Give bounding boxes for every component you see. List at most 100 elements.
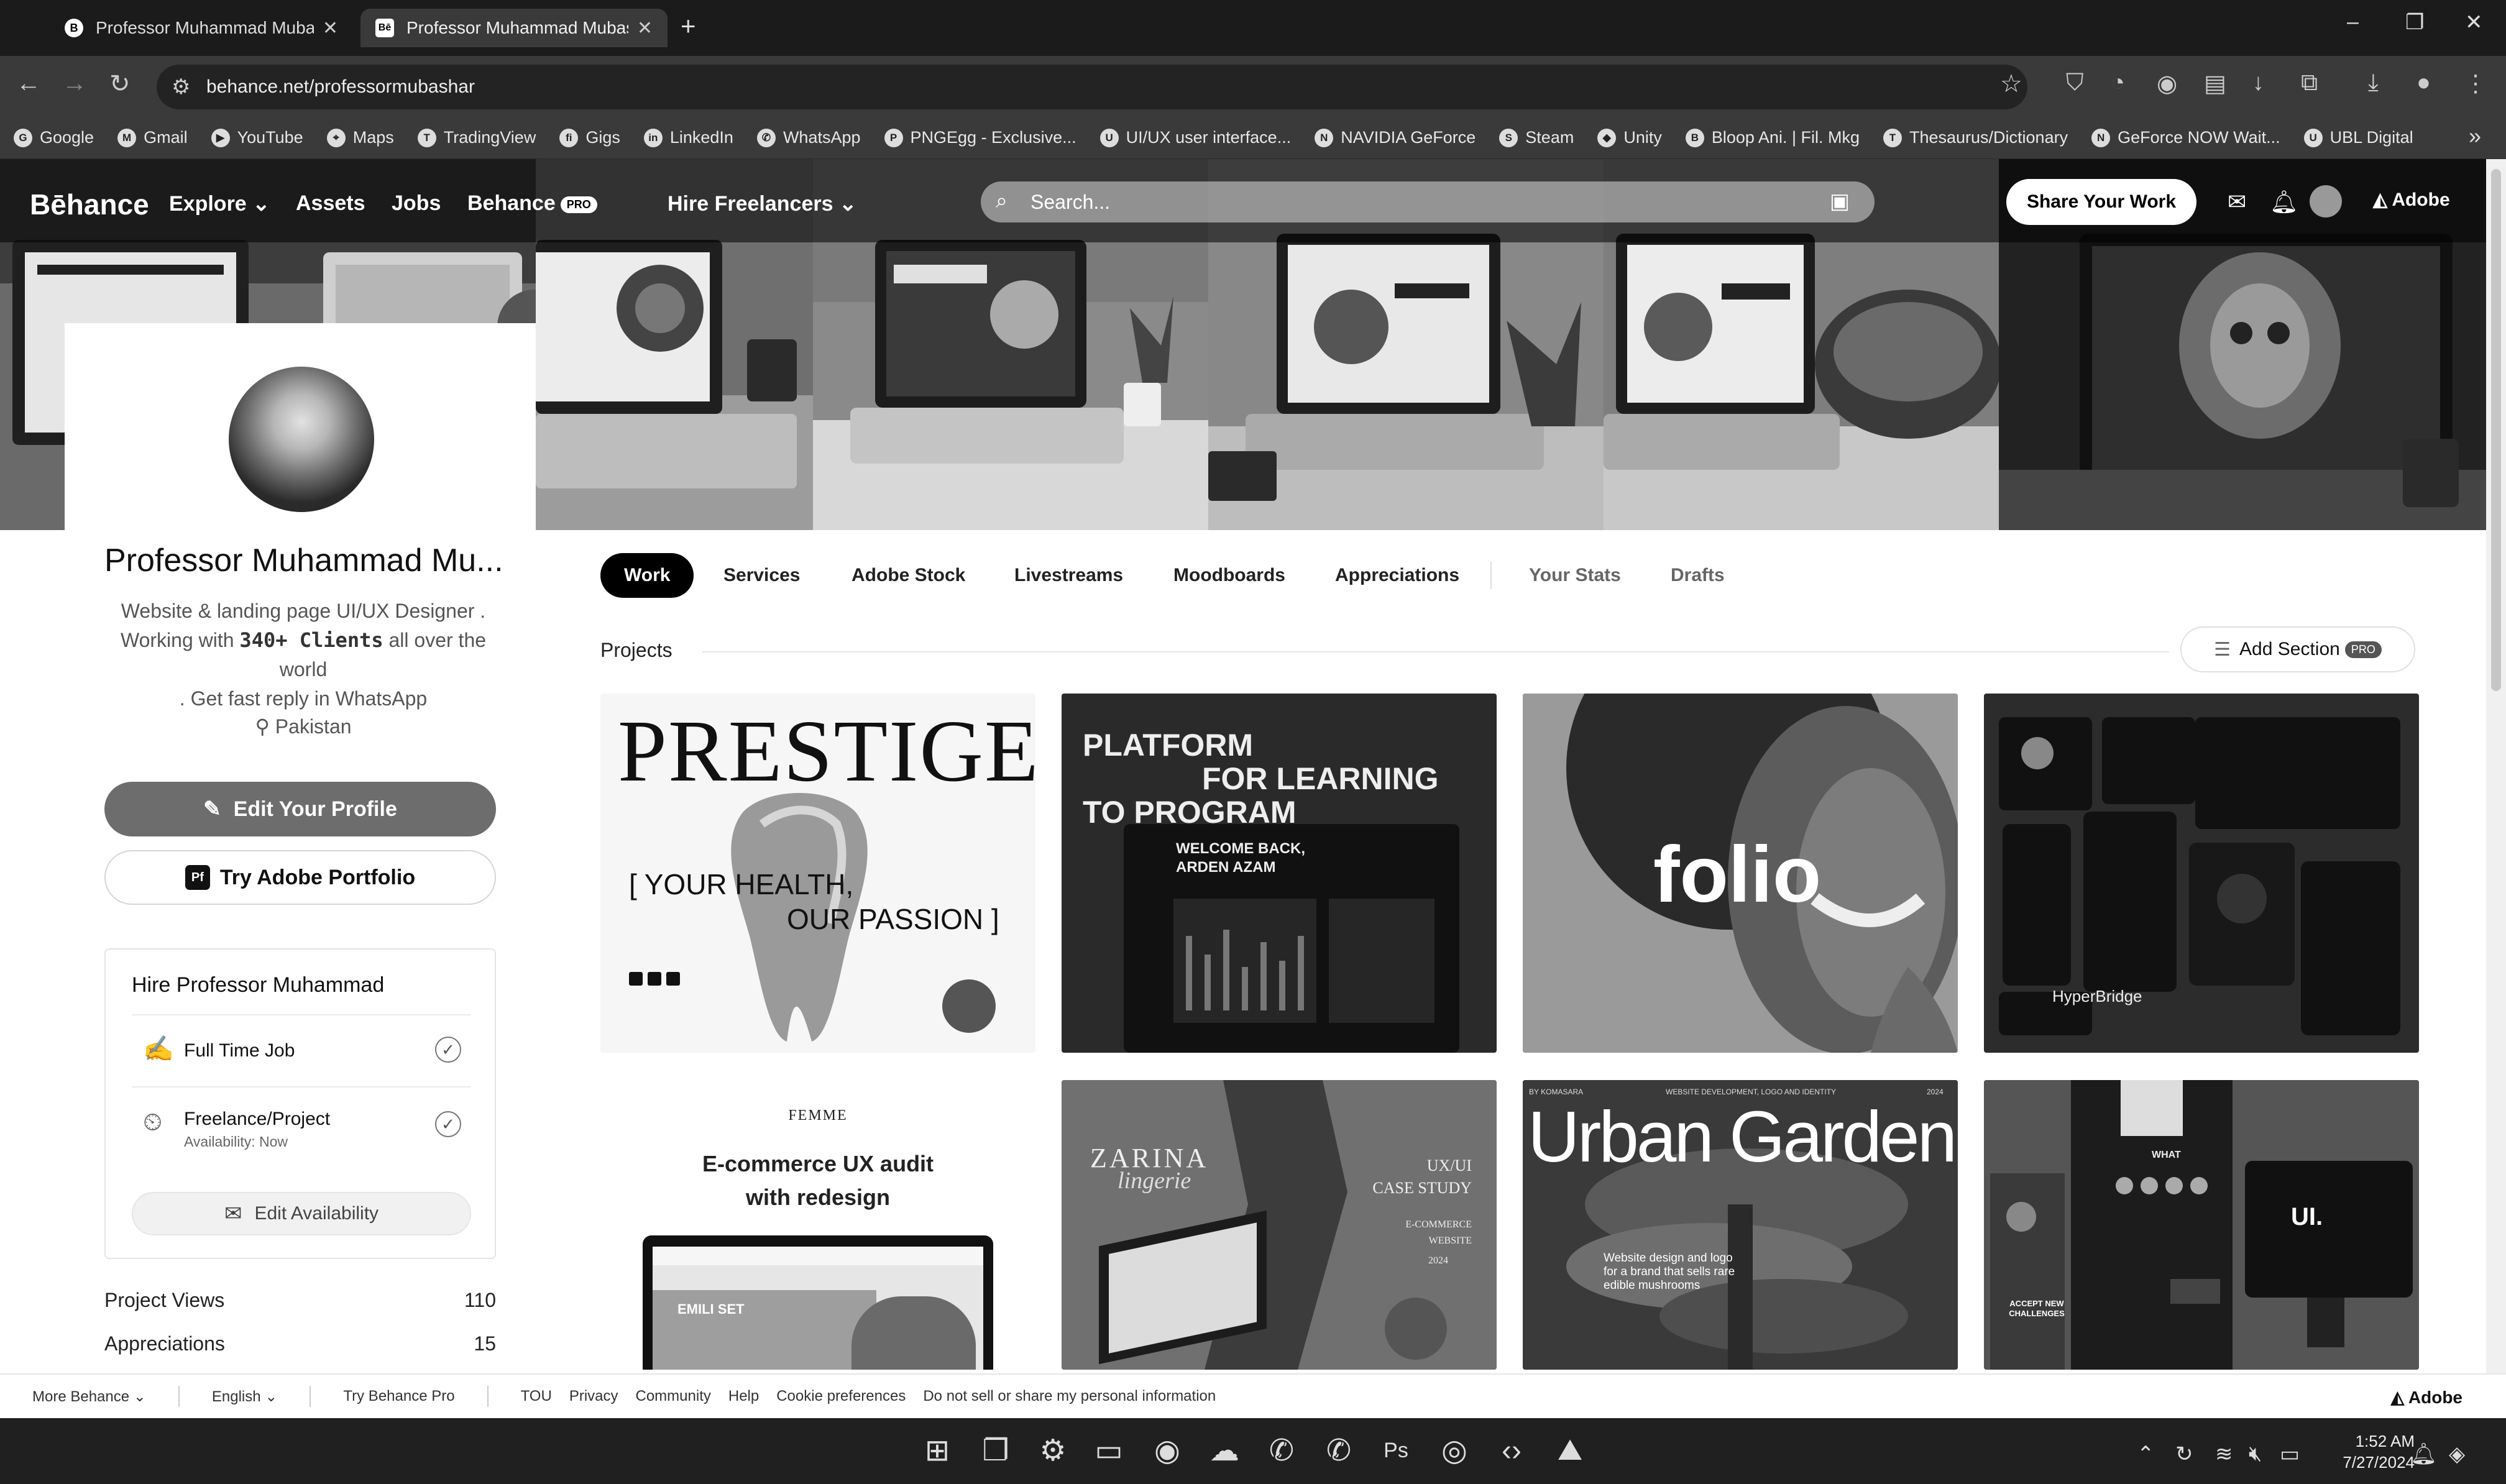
messages-envelope-icon[interactable]: ✉ [2228,189,2246,215]
extensions-puzzle-icon[interactable]: ⧉ [2301,70,2318,96]
bookmark-steam[interactable]: S Steam [1499,128,1574,147]
bookmark-maps[interactable]: ⌖ Maps [326,128,394,147]
edit-profile-button[interactable]: ✎ Edit Your Profile [104,782,496,836]
scrollbar-thumb[interactable] [2491,169,2501,691]
settings-gear-icon[interactable]: ⚙ [1033,1431,1073,1470]
back-arrow-icon[interactable]: ← [16,70,41,98]
bookmark-geforce[interactable]: N NAVIDIA GeForce [1315,128,1476,147]
copilot-icon[interactable]: ◈ [2449,1442,2465,1467]
close-window-icon[interactable]: ✕ [2465,10,2483,35]
show-hidden-icons-chevron-icon[interactable]: ⌃ [2137,1442,2155,1467]
project-card-urban-garden[interactable]: BY KOMASARA WEBSITE DEVELOPMENT, LOGO AN… [1523,1080,1958,1370]
share-your-work-button[interactable]: Share Your Work [2006,179,2196,225]
footer-do-not-sell[interactable]: Do not sell or share my personal informa… [923,1388,1216,1405]
bookmark-star-icon[interactable]: ☆ [2000,70,2022,98]
bookmark-pngegg[interactable]: P PNGEgg - Exclusive... [884,128,1076,147]
battery-icon[interactable]: ▭ [2280,1442,2300,1467]
profile-avatar-icon[interactable]: ● [2416,70,2431,96]
bookmark-gmail[interactable]: M Gmail [117,128,188,147]
wechat-icon[interactable]: ☁ [1205,1431,1244,1470]
notification-bell-icon[interactable]: 🔔︎ [2410,1442,2437,1467]
reload-icon[interactable]: ↻ [109,70,131,98]
tab-your-stats[interactable]: Your Stats [1529,553,1621,598]
bookmark-whatsapp[interactable]: ✆ WhatsApp [756,128,861,147]
footer-help[interactable]: Help [728,1388,759,1405]
bookmark-geforce-now[interactable]: N GeForce NOW Wait... [2091,128,2280,147]
full-time-job-row[interactable]: ✍ Full Time Job ✓ [132,1014,471,1086]
bookmark-uiux[interactable]: U UI/UX user interface... [1099,128,1291,147]
bookmark-bloop[interactable]: B Bloop Ani. | Fil. Mkg [1685,128,1860,147]
nav-behance-pro[interactable]: Behance PRO [467,191,597,216]
app-icon[interactable]: ⛰ [1550,1431,1590,1470]
extension-icon[interactable]: ◔ [2111,70,2125,96]
code-editor-icon[interactable]: ‹› [1492,1431,1531,1470]
project-card-zarina[interactable]: ZARINA lingerie UX/UI CASE STUDY E-COMME… [1062,1080,1497,1370]
user-avatar[interactable] [2310,185,2342,218]
whatsapp-icon[interactable]: ✆ [1319,1431,1359,1470]
bookmark-unity[interactable]: ◆ Unity [1597,128,1662,147]
tab-livestreams[interactable]: Livestreams [1014,553,1123,598]
project-card-ui-portfolio[interactable]: WHAT UI. ACCEPT NEW CHALLENGES [1984,1080,2419,1370]
project-card-femme[interactable]: FEMME E-commerce UX audit with redesign … [600,1080,1035,1370]
address-bar[interactable]: ⚙ behance.net/professormubashar [157,65,2027,109]
freelance-project-row[interactable]: ⏲ Freelance/Project Availability: Now ✓ [132,1086,471,1158]
start-windows-icon[interactable]: ⊞ [917,1431,957,1470]
project-card-prestige[interactable]: PRESTIGE [ YOUR HEALTH, OUR PASSION ] [600,694,1035,1053]
menu-kebab-icon[interactable]: ⋮ [2464,70,2487,98]
try-adobe-portfolio-button[interactable]: Pf Try Adobe Portfolio [104,850,496,905]
notifications-bell-icon[interactable]: 🔔︎ [2270,189,2298,215]
bookmarks-overflow-icon[interactable]: » [2469,123,2481,149]
tab-services[interactable]: Services [723,553,800,598]
footer-more-behance[interactable]: More Behance ⌄ [32,1388,146,1406]
tab-adobe-stock[interactable]: Adobe Stock [851,553,965,598]
behance-logo[interactable]: Bēhance [30,188,149,221]
browser-tab-2-active[interactable]: Bē Professor Muhammad Mubasha ✕ [360,9,668,47]
extension-icon[interactable]: ◉ [2157,70,2177,98]
photoshop-icon[interactable]: Ps [1376,1431,1416,1470]
project-card-hyperbridge[interactable]: HyperBridge [1984,694,2419,1053]
add-section-button[interactable]: ☰ Add Section PRO [2180,626,2415,672]
image-search-icon[interactable]: ▣ [1830,189,1850,214]
bookmark-linkedin[interactable]: in LinkedIn [643,128,733,147]
minimize-icon[interactable]: – [2347,10,2359,34]
project-card-platform-learning[interactable]: PLATFORM FOR LEARNING TO PROGRAM WELCOME… [1062,694,1497,1053]
search-input[interactable]: ⌕ Search... ▣ [981,181,1875,222]
nav-jobs[interactable]: Jobs [392,191,441,216]
tab-work[interactable]: Work [600,553,694,598]
close-tab-icon[interactable]: ✕ [637,17,653,39]
file-explorer-folder-icon[interactable]: ▭ [1089,1431,1129,1470]
edit-availability-button[interactable]: ✉ Edit Availability [132,1192,471,1235]
downloads-icon[interactable]: ⤓ [2368,70,2379,96]
forward-arrow-icon[interactable]: → [62,70,87,98]
wifi-icon[interactable]: ≋ [2215,1442,2233,1467]
nav-assets[interactable]: Assets [296,191,365,216]
chrome-icon[interactable]: ◎ [1434,1431,1474,1470]
bookmark-tradingview[interactable]: T TradingView [417,128,536,147]
download-extension-icon[interactable]: ↓ [2252,70,2264,96]
bookmark-gigs[interactable]: fi Gigs [559,128,620,147]
bookmark-ubl[interactable]: U UBL Digital [2303,128,2413,147]
adobe-logo[interactable]: ◭ Adobe [2373,189,2450,211]
project-card-folio[interactable]: folio [1523,694,1958,1053]
footer-try-pro[interactable]: Try Behance Pro [343,1388,454,1405]
sync-icon[interactable]: ↻ [2175,1442,2193,1467]
browser-tab-1[interactable]: B Professor Muhammad Mubasha ✕ [50,9,353,47]
tab-drafts[interactable]: Drafts [1671,553,1725,598]
nav-hire-freelancers[interactable]: Hire Freelancers ⌄ [668,191,856,216]
footer-tou[interactable]: TOU [521,1388,552,1405]
extension-icon[interactable]: ⛉ [2066,70,2084,96]
page-scrollbar[interactable] [2486,159,2506,1373]
speaker-muted-icon[interactable]: 🔇︎ [2249,1442,2262,1466]
tab-appreciations[interactable]: Appreciations [1335,553,1459,598]
footer-adobe-logo[interactable]: ◭ Adobe [2391,1387,2462,1408]
tab-moodboards[interactable]: Moodboards [1173,553,1285,598]
site-info-icon[interactable]: ⚙ [172,75,190,99]
translate-extension-icon[interactable]: ▤ [2204,70,2226,98]
bookmark-thesaurus[interactable]: T Thesaurus/Dictionary [1883,128,2068,147]
footer-community[interactable]: Community [636,1388,711,1405]
taskbar-clock[interactable]: 1:52 AM 7/27/2024 [2321,1431,2415,1473]
profile-avatar[interactable] [229,367,374,512]
spotify-icon[interactable]: ◉ [1147,1431,1187,1470]
footer-privacy[interactable]: Privacy [569,1388,618,1405]
nav-explore[interactable]: Explore ⌄ [169,191,270,216]
